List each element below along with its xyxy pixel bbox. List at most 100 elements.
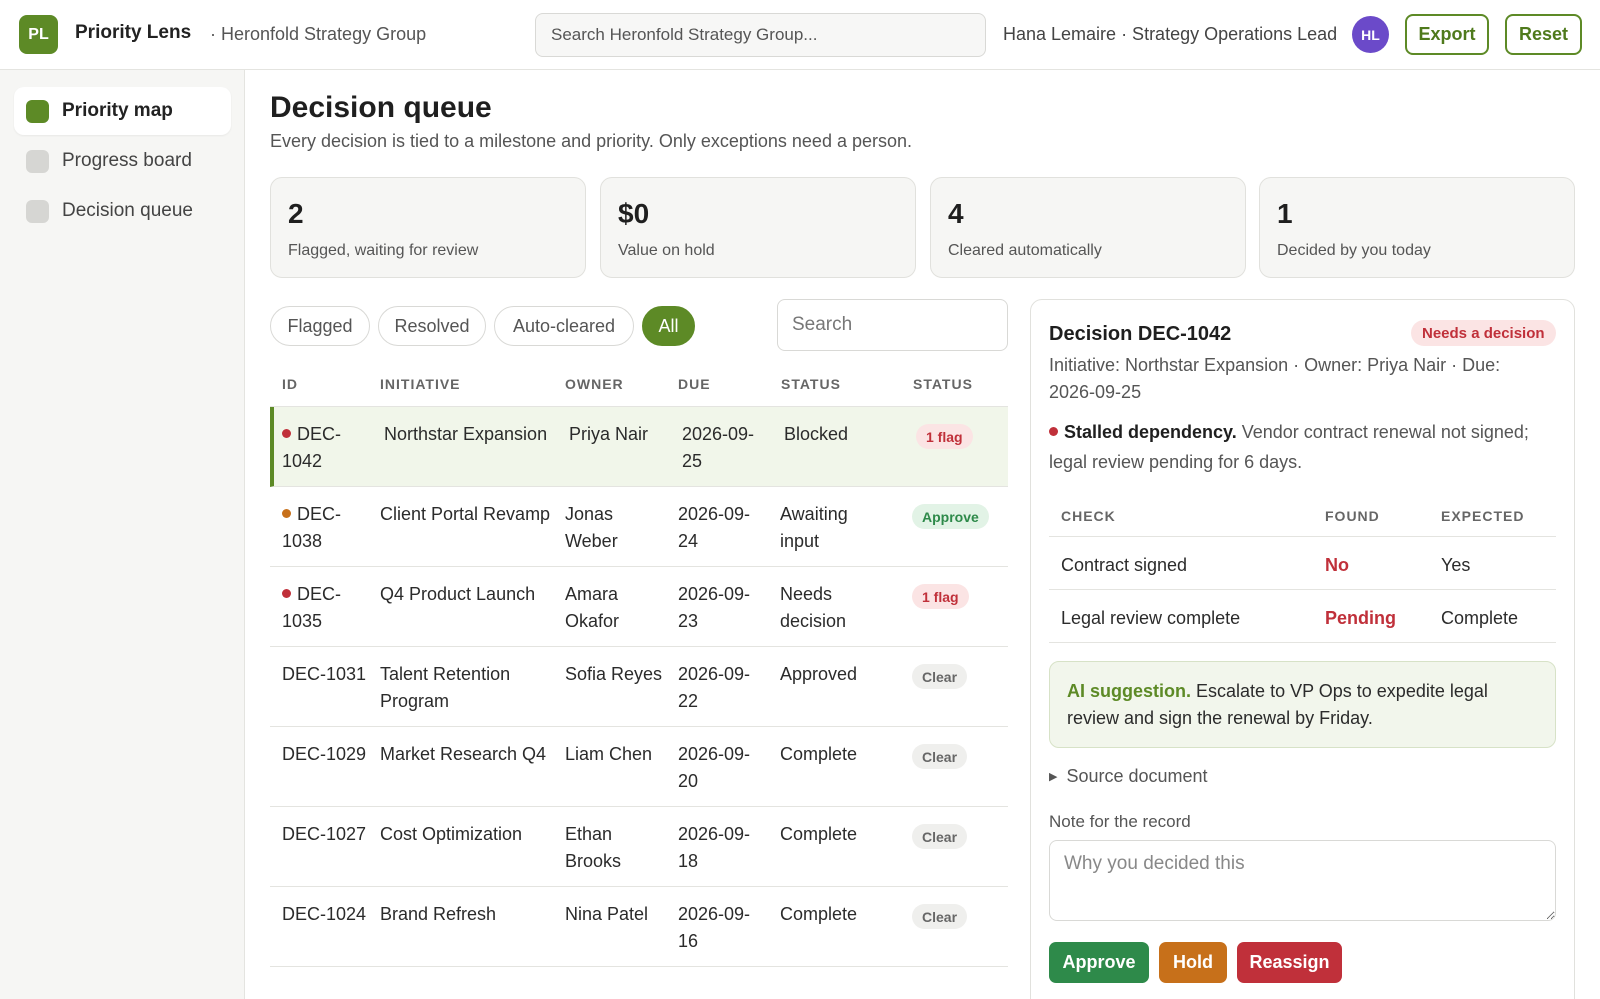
kpi-value: 2 [288,198,304,229]
square-icon [26,99,49,123]
table-row[interactable]: DEC-1035 Q4 Product Launch Amara Okafor 202… [270,567,1008,647]
cell-status: Blocked [784,424,849,444]
filter-all[interactable]: All [642,306,695,346]
cell-initiative: Northstar Expansion [384,424,548,444]
export-button[interactable]: Export [1405,14,1489,55]
check-found: No [1325,555,1349,575]
app-logo[interactable]: PL [19,15,58,54]
column-header-status-badge[interactable]: STATUS [913,376,973,392]
cell-status: Approved [780,664,858,684]
column-header-owner[interactable]: OWNER [565,376,624,392]
note-textarea[interactable] [1049,840,1556,921]
check-header-expected: EXPECTED [1441,508,1525,524]
cell-initiative: Market Research Q4 [380,744,547,764]
table-row[interactable]: DEC-1029 Market Research Q4 Liam Chen 2026-… [270,727,1008,807]
column-header-initiative[interactable]: INITIATIVE [380,376,461,392]
cell-owner: Priya Nair [569,424,649,444]
table-row[interactable]: DEC-1038 Client Portal Revamp Jonas Weber 2… [270,487,1008,567]
avatar[interactable]: HL [1352,16,1389,53]
sidebar-item-progress-board[interactable]: Progress board [14,137,231,185]
alert-dot-icon [1049,427,1058,436]
filter-flagged[interactable]: Flagged [270,306,370,346]
detail-title: Decision DEC-1042 [1049,323,1232,345]
filter-auto-cleared[interactable]: Auto-cleared [494,306,634,346]
check-expected: Yes [1441,555,1471,575]
column-header-status[interactable]: STATUS [781,376,841,392]
cell-initiative: Q4 Product Launch [380,584,536,604]
table-row[interactable]: DEC-1042 Northstar Expansion Priya Nair 202… [270,407,1008,487]
status-dot-icon [282,509,291,518]
cell-due: 2026-09-24 [678,504,751,551]
table-row[interactable]: DEC-1027 Cost Optimization Ethan Brooks 202… [270,807,1008,887]
status-badge: Needs a decision [1411,320,1556,346]
sidebar-item-priority-map[interactable]: Priority map [14,87,231,135]
approve-button[interactable]: Approve [1049,942,1149,983]
user-label: Hana Lemaire · Strategy Operations Lead [1003,24,1338,44]
status-dot-icon [282,589,291,598]
top-bar: PL Priority Lens · Heronfold Strategy Gr… [0,0,1600,70]
status-badge: Clear [912,744,968,769]
kpi-card-value-on-hold: $0 Value on hold [600,177,916,278]
filter-resolved[interactable]: Resolved [378,306,486,346]
cell-initiative: Talent Retention Program [380,664,511,711]
kpi-label: Flagged, waiting for review [288,242,479,259]
cell-status: Complete [780,824,858,844]
square-icon [26,199,49,223]
cell-owner: Amara Okafor [565,584,620,631]
kpi-value: 4 [948,198,964,229]
divider [1049,536,1556,537]
cell-owner: Liam Chen [565,744,653,764]
kpi-card-cleared: 4 Cleared automatically [930,177,1246,278]
cell-id: DEC-1031 [282,661,372,688]
cell-status: Complete [780,904,858,924]
cell-id-text: DEC-1038 [282,504,341,551]
ai-suggestion-title: AI suggestion. [1067,681,1192,701]
reassign-button[interactable]: Reassign [1237,942,1342,983]
note-label: Note for the record [1049,812,1191,831]
divider [1049,642,1556,643]
cell-initiative: Cost Optimization [380,824,523,844]
table-row[interactable]: DEC-1031 Talent Retention Program Sofia Re… [270,647,1008,727]
square-icon [26,149,49,173]
cell-id-text: DEC-1035 [282,584,341,631]
cell-due: 2026-09-25 [682,424,755,471]
status-dot-icon [282,429,291,438]
status-badge: 1 flag [912,584,969,609]
cell-id: DEC-1027 [282,821,372,848]
page-subtitle: Every decision is tied to a milestone an… [270,131,913,151]
hold-button[interactable]: Hold [1159,942,1227,983]
reset-button[interactable]: Reset [1505,14,1582,55]
source-document-label: Source document [1066,766,1208,786]
cell-initiative: Client Portal Revamp [380,504,551,524]
cell-owner: Jonas Weber [565,504,618,551]
status-badge: Clear [912,824,968,849]
cell-id-text: DEC-1024 [282,904,367,924]
global-search-input[interactable] [535,13,986,57]
source-document-toggle[interactable]: ▶ Source document [1049,766,1208,787]
issue-title: Stalled dependency. [1064,422,1237,442]
cell-due: 2026-09-20 [678,744,751,791]
cell-status: Needs decision [780,584,847,631]
cell-status: Awaiting input [780,504,848,551]
cell-id-text: DEC-1031 [282,664,367,684]
detail-meta: Initiative: Northstar Expansion · Owner:… [1049,355,1501,402]
kpi-label: Value on hold [618,242,715,259]
cell-due: 2026-09-22 [678,664,751,711]
cell-status: Complete [780,744,858,764]
column-header-id[interactable]: ID [282,376,298,392]
table-row[interactable]: DEC-1024 Brand Refresh Nina Patel 2026-09-1… [270,887,1008,967]
check-header-check: CHECK [1061,508,1116,524]
kpi-value: $0 [618,198,650,229]
sidebar-item-label: Progress board [62,150,192,171]
sidebar-item-decision-queue[interactable]: Decision queue [14,187,231,235]
kpi-value: 1 [1277,198,1293,229]
ai-suggestion-box: AI suggestion. Escalate to VP Ops to exp… [1049,661,1556,748]
kpi-card-flagged: 2 Flagged, waiting for review [270,177,586,278]
detail-issue: Stalled dependency. Vendor contract rene… [1049,417,1549,477]
cell-due: 2026-09-16 [678,904,751,951]
column-header-due[interactable]: DUE [678,376,711,392]
cell-id-text: DEC-1029 [282,744,367,764]
sidebar-item-label: Priority map [62,100,173,121]
check-header-found: FOUND [1325,508,1380,524]
table-search-input[interactable] [777,299,1008,351]
